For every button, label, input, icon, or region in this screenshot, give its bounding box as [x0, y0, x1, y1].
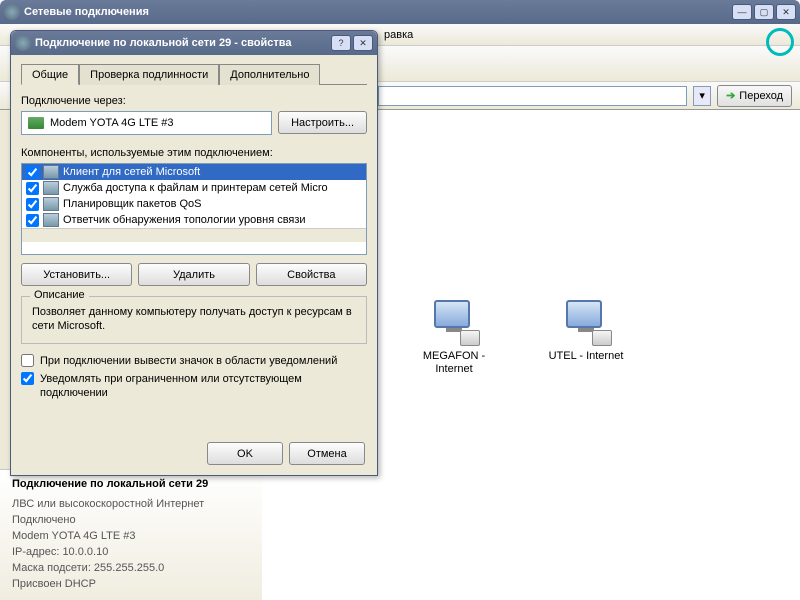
notify-label: Уведомлять при ограниченном или отсутств… — [40, 372, 367, 400]
component-item[interactable]: Ответчик обнаружения топологии уровня св… — [22, 212, 366, 228]
main-title: Сетевые подключения — [24, 6, 732, 18]
component-checkbox[interactable] — [26, 198, 39, 211]
go-button[interactable]: ➔ Переход — [717, 85, 792, 107]
description-groupbox: Описание Позволяет данному компьютеру по… — [21, 296, 367, 344]
horizontal-scrollbar[interactable] — [22, 228, 366, 242]
dialog-titlebar[interactable]: Подключение по локальной сети 29 - свойс… — [11, 31, 377, 55]
tab-general[interactable]: Общие — [21, 64, 79, 85]
connection-utel[interactable]: UTEL - Internet — [538, 298, 634, 376]
remove-button[interactable]: Удалить — [138, 263, 249, 286]
connect-via-label: Подключение через: — [21, 95, 367, 107]
details-panel: Подключение по локальной сети 29 ЛВС или… — [0, 469, 262, 600]
properties-button[interactable]: Свойства — [256, 263, 367, 286]
properties-dialog: Подключение по локальной сети 29 - свойс… — [10, 30, 378, 476]
components-list[interactable]: Клиент для сетей Microsoft Служба доступ… — [21, 163, 367, 255]
minimize-button[interactable]: — — [732, 4, 752, 20]
menu-help[interactable]: равка — [376, 27, 421, 43]
close-button[interactable]: ✕ — [776, 4, 796, 20]
maximize-button[interactable]: ▢ — [754, 4, 774, 20]
tray-icon-label: При подключении вывести значок в области… — [40, 354, 337, 368]
dialog-help-button[interactable]: ? — [331, 35, 351, 51]
details-ip: IP-адрес: 10.0.0.10 — [12, 544, 250, 560]
tray-icon-checkbox[interactable] — [21, 354, 34, 367]
app-icon — [4, 4, 20, 20]
component-checkbox[interactable] — [26, 166, 39, 179]
ok-button[interactable]: OK — [207, 442, 283, 465]
details-adapter: Modem YOTA 4G LTE #3 — [12, 528, 250, 544]
component-item[interactable]: Клиент для сетей Microsoft — [22, 164, 366, 180]
main-titlebar[interactable]: Сетевые подключения — ▢ ✕ — [0, 0, 800, 24]
component-checkbox[interactable] — [26, 214, 39, 227]
notify-checkbox[interactable] — [21, 372, 34, 385]
address-dropdown-icon[interactable]: ▾ — [693, 86, 711, 106]
component-item[interactable]: Служба доступа к файлам и принтерам сете… — [22, 180, 366, 196]
description-text: Позволяет данному компьютеру получать до… — [32, 305, 356, 333]
dialog-tabs: Общие Проверка подлинности Дополнительно — [21, 63, 367, 85]
details-type: ЛВС или высокоскоростной Интернет — [12, 496, 250, 512]
throbber-icon — [766, 28, 794, 56]
component-checkbox[interactable] — [26, 182, 39, 195]
nic-icon — [28, 117, 44, 129]
component-icon — [43, 181, 59, 195]
tab-advanced[interactable]: Дополнительно — [219, 64, 320, 85]
component-icon — [43, 197, 59, 211]
details-dhcp: Присвоен DHCP — [12, 576, 250, 592]
component-item[interactable]: Планировщик пакетов QoS — [22, 196, 366, 212]
description-title: Описание — [30, 289, 89, 301]
connection-megafon-internet[interactable]: MEGAFON - Internet — [406, 298, 502, 376]
component-icon — [43, 165, 59, 179]
details-title: Подключение по локальной сети 29 — [12, 478, 250, 490]
address-input[interactable] — [378, 86, 687, 106]
tab-auth[interactable]: Проверка подлинности — [79, 64, 219, 85]
dialog-close-button[interactable]: ✕ — [353, 35, 373, 51]
configure-button[interactable]: Настроить... — [278, 111, 367, 134]
cancel-button[interactable]: Отмена — [289, 442, 365, 465]
components-label: Компоненты, используемые этим подключени… — [21, 147, 367, 159]
adapter-field[interactable]: Modem YOTA 4G LTE #3 — [21, 111, 272, 135]
dialog-title: Подключение по локальной сети 29 - свойс… — [35, 37, 331, 49]
details-status: Подключено — [12, 512, 250, 528]
component-icon — [43, 213, 59, 227]
details-mask: Маска подсети: 255.255.255.0 — [12, 560, 250, 576]
go-arrow-icon: ➔ — [726, 89, 735, 102]
dialog-icon — [15, 35, 31, 51]
install-button[interactable]: Установить... — [21, 263, 132, 286]
